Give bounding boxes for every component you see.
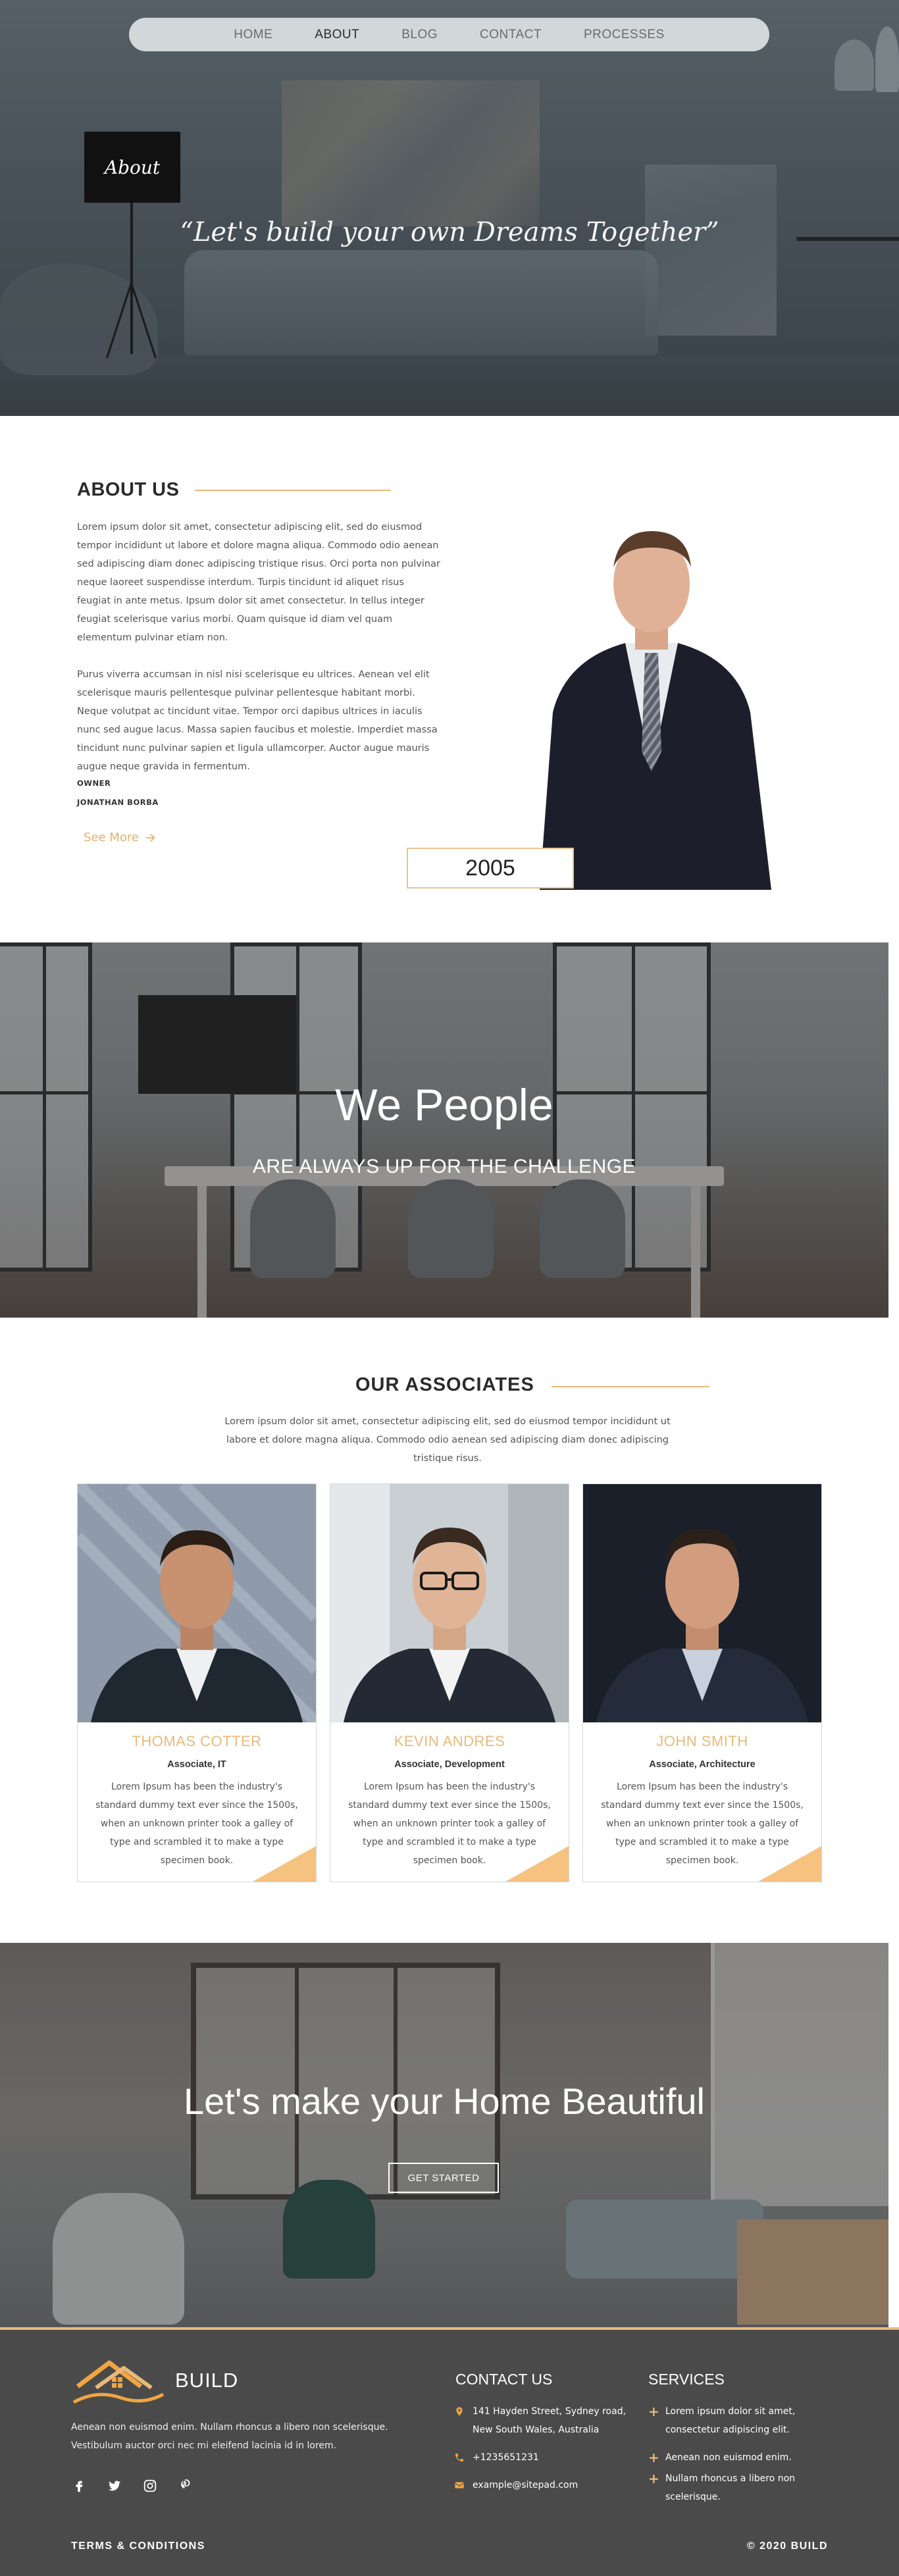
founded-year: 2005 xyxy=(407,848,574,889)
address-text: 141 Hayden Street, Sydney road, New Sout… xyxy=(473,2406,627,2435)
associate-photo xyxy=(78,1484,316,1722)
associate-name: KEVIN ANDRES xyxy=(394,1733,505,1749)
associates-title: OUR ASSOCIATES xyxy=(355,1374,534,1395)
see-more-link[interactable]: See More xyxy=(84,831,156,844)
hero-section xyxy=(0,0,899,416)
associate-role: Associate, Architecture xyxy=(649,1759,756,1770)
terms-link[interactable]: TERMS & CONDITIONS xyxy=(71,2540,205,2552)
plus-icon: + xyxy=(648,2450,659,2465)
twitter-icon[interactable] xyxy=(101,2476,128,2496)
associate-role: Associate, Development xyxy=(394,1759,505,1770)
hero-quote: “Let's build your own Dreams Together” xyxy=(180,217,719,247)
associates-intro: Lorem ipsum dolor sit amet, consectetur … xyxy=(224,1416,671,1464)
service-text: Aenean non euismod enim. xyxy=(665,2452,792,2463)
owner-portrait xyxy=(540,531,771,890)
contact-address: 141 Hayden Street, Sydney road, New Sout… xyxy=(454,2402,645,2439)
arrow-right-icon xyxy=(145,833,155,842)
associate-name: JOHN SMITH xyxy=(656,1733,748,1749)
nav-home[interactable]: HOME xyxy=(213,28,294,42)
nav-processes[interactable]: PROCESSES xyxy=(563,28,686,42)
card-corner-accent xyxy=(253,1846,316,1882)
associate-name: THOMAS COTTER xyxy=(132,1733,262,1749)
contact-title: CONTACT US xyxy=(455,2371,553,2388)
nav-about[interactable]: ABOUT xyxy=(294,28,380,42)
associate-role: Associate, IT xyxy=(167,1759,226,1770)
facebook-icon[interactable] xyxy=(66,2476,92,2496)
see-more-label: See More xyxy=(84,831,139,844)
about-text: Lorem ipsum dolor sit amet, consectetur … xyxy=(77,518,440,776)
owner-name: JONATHAN BORBA xyxy=(77,798,159,807)
associates-title-rule xyxy=(552,1386,709,1387)
associate-photo xyxy=(583,1484,821,1722)
envelope-icon xyxy=(455,2482,464,2488)
card-corner-accent xyxy=(758,1846,821,1882)
about-lamp-sign: About xyxy=(104,156,161,178)
service-item[interactable]: + Nullam rhoncus a libero non scelerisqu… xyxy=(648,2469,826,2506)
nav-blog[interactable]: BLOG xyxy=(380,28,459,42)
phone-icon xyxy=(455,2454,463,2461)
cta-title: Let's make your Home Beautiful xyxy=(184,2080,705,2122)
about-paragraph-1: Lorem ipsum dolor sit amet, consectetur … xyxy=(77,522,440,643)
about-paragraph-2: Purus viverra accumsan in nisl nisi scel… xyxy=(77,669,438,772)
service-text: Lorem ipsum dolor sit amet, consectetur … xyxy=(665,2406,796,2435)
service-item[interactable]: + Lorem ipsum dolor sit amet, consectetu… xyxy=(648,2402,826,2439)
footer-about: Aenean non euismod enim. Nullam rhoncus … xyxy=(71,2422,388,2451)
build-logo-icon xyxy=(72,2360,165,2404)
we-people-title: We People xyxy=(335,1080,553,1130)
hero-overlay xyxy=(0,0,899,416)
pinterest-icon[interactable] xyxy=(172,2476,199,2496)
cta-banner xyxy=(0,1943,888,2327)
footer-brand: BUILD xyxy=(175,2369,239,2392)
associate-card: KEVIN ANDRES Associate, Development Lore… xyxy=(330,1483,569,1882)
services-title: SERVICES xyxy=(648,2371,725,2388)
main-nav: HOME ABOUT BLOG CONTACT PROCESSES xyxy=(129,18,769,51)
card-corner-accent xyxy=(505,1846,569,1882)
social-links xyxy=(66,2476,199,2496)
about-title: ABOUT US xyxy=(77,479,180,500)
owner-label: OWNER xyxy=(77,779,111,788)
associate-photo xyxy=(330,1484,569,1722)
associate-card: THOMAS COTTER Associate, IT Lorem Ipsum … xyxy=(77,1483,317,1882)
about-title-rule xyxy=(195,490,391,491)
service-text: Nullam rhoncus a libero non scelerisque. xyxy=(665,2473,796,2502)
service-item[interactable]: + Aenean non euismod enim. xyxy=(648,2448,826,2467)
location-pin-icon xyxy=(456,2407,463,2416)
contact-phone[interactable]: +1235651231 xyxy=(454,2448,645,2467)
get-started-button[interactable]: GET STARTED xyxy=(388,2163,499,2193)
phone-text: +1235651231 xyxy=(473,2452,539,2463)
banner-overlay xyxy=(0,1943,888,2327)
copyright: © 2020 BUILD xyxy=(746,2540,828,2552)
associate-card: JOHN SMITH Associate, Architecture Lorem… xyxy=(582,1483,822,1882)
nav-contact[interactable]: CONTACT xyxy=(459,28,563,42)
instagram-icon[interactable] xyxy=(137,2476,163,2496)
contact-email[interactable]: example@sitepad.com xyxy=(454,2476,645,2494)
email-text: example@sitepad.com xyxy=(473,2480,578,2490)
plus-icon: + xyxy=(648,2471,659,2486)
we-people-subtitle: ARE ALWAYS UP FOR THE CHALLENGE xyxy=(252,1156,636,1177)
plus-icon: + xyxy=(648,2404,659,2419)
